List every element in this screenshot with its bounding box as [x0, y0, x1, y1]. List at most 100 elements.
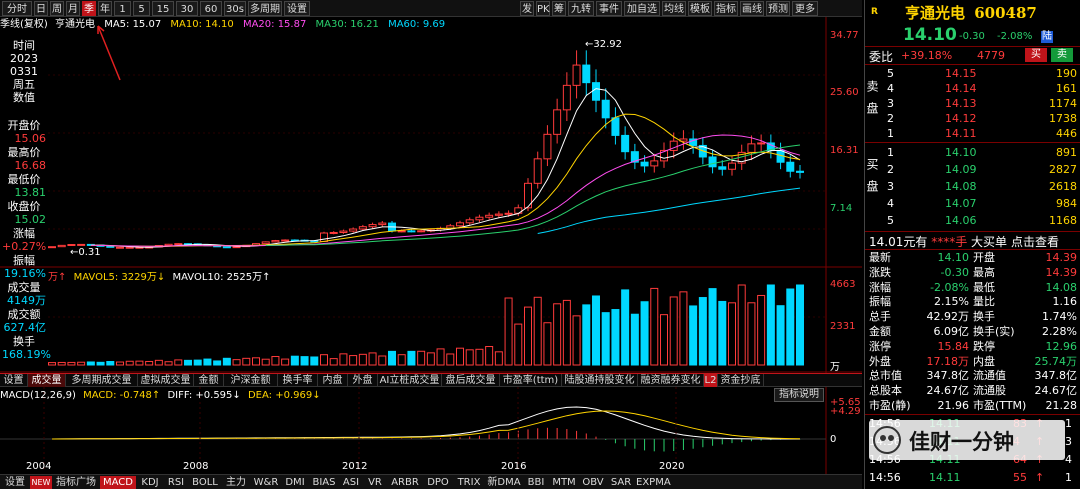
indicator-tab[interactable]: DMI [282, 476, 308, 489]
volume-tab[interactable]: 多周期成交量 [66, 374, 138, 387]
volume-tab[interactable]: 沪深金额 [224, 374, 278, 387]
period-tab[interactable]: 多周期 [248, 1, 282, 16]
volume-tab[interactable]: 外盘 [348, 374, 378, 387]
order-book-row[interactable]: 1 14.11 446 [865, 126, 1080, 141]
indicator-tab[interactable]: EXPMA [636, 476, 671, 489]
period-tab[interactable]: 设置 [284, 1, 310, 16]
indicator-tab[interactable]: NEW [30, 476, 52, 489]
volume-tab[interactable]: 成交量 [28, 374, 66, 387]
volume-tab[interactable]: L2 [704, 374, 718, 387]
toolbar-button[interactable]: 指标 [714, 1, 738, 16]
stat-key: 量比 [973, 295, 995, 309]
toolbar-button[interactable]: 画线 [740, 1, 764, 16]
toolbar-button[interactable]: 九转 [568, 1, 594, 16]
volume-bar [368, 352, 377, 366]
period-tab[interactable]: 分时 [2, 1, 32, 16]
volume-tab[interactable]: AI立桩成交量 [378, 374, 442, 387]
period-tab[interactable]: 1分 [114, 1, 131, 30]
volume-tab[interactable]: 虚拟成交量 [138, 374, 194, 387]
indicator-tab[interactable]: MACD [100, 476, 136, 489]
sell-button[interactable]: 卖 [1051, 48, 1073, 62]
toolbar-button[interactable]: 筹 [552, 1, 566, 16]
order-book-row[interactable]: 5 14.06 1168 [865, 213, 1080, 228]
order-book-row[interactable]: 1 14.10 891 [865, 145, 1080, 160]
close-value: 15.02 [14, 213, 47, 226]
toolbar-button[interactable]: 发 [520, 1, 534, 16]
indicator-tab[interactable]: RSI [164, 476, 188, 489]
period-tab[interactable]: 60分 [200, 1, 222, 30]
volume-tab[interactable]: 盘后成交量 [442, 374, 500, 387]
indicator-tab[interactable]: BBI [524, 476, 548, 489]
toolbar-button[interactable]: 加自选 [624, 1, 660, 16]
indicator-tab[interactable]: OBV [580, 476, 606, 489]
indicator-tab[interactable]: 设置 [2, 476, 28, 489]
order-book-row[interactable]: 4 14.14 161 [865, 81, 1080, 96]
level-volume: 1168 [1049, 214, 1077, 227]
indicator-tab[interactable]: VR [364, 476, 386, 489]
big-order-link[interactable]: 点击查看 [1011, 233, 1059, 250]
level-volume: 1174 [1049, 97, 1077, 110]
indicator-tab[interactable]: ASI [340, 476, 362, 489]
volume-tab[interactable]: 金额 [194, 374, 224, 387]
indicator-tab[interactable]: 主力 [222, 476, 250, 489]
volume-tab[interactable]: 陆股通持股变化 [562, 374, 638, 387]
toolbar-button[interactable]: 事件 [596, 1, 622, 16]
indicator-tab[interactable]: KDJ [138, 476, 162, 489]
indicator-tab[interactable]: W&R [252, 476, 280, 489]
candle-body [232, 246, 241, 249]
period-tab[interactable]: 月 [66, 1, 80, 16]
stat-value: 25.74万 [1034, 354, 1078, 368]
indicator-tab[interactable]: DPO [424, 476, 452, 489]
period-tab[interactable]: 季 [82, 1, 96, 16]
indicator-tab[interactable]: MTM [550, 476, 578, 489]
period-tab[interactable]: 周 [50, 1, 64, 16]
volume-tab[interactable]: 融资融券变化 [638, 374, 704, 387]
indicator-tab[interactable]: 新DMA [486, 476, 522, 489]
buy-button[interactable]: 买 [1025, 48, 1047, 62]
toolbar-button[interactable]: 均线 [662, 1, 686, 16]
level-volume: 2827 [1049, 163, 1077, 176]
toolbar-button[interactable]: 更多 [792, 1, 818, 16]
indicator-tab[interactable]: BOLL [190, 476, 220, 489]
kline-type-label[interactable]: 季线(复权) [0, 19, 48, 30]
indicator-help-button[interactable]: 指标说明 [774, 388, 824, 402]
volume-bar [193, 359, 202, 366]
volume-bar [524, 306, 532, 366]
order-book-row[interactable]: 4 14.07 984 [865, 196, 1080, 211]
volume-tab[interactable]: 市盈率(ttm) [500, 374, 562, 387]
volume-bar [106, 360, 115, 366]
price-axis-4: 7.14 [830, 203, 853, 214]
candle-body [562, 84, 571, 111]
indicator-tab[interactable]: BIAS [310, 476, 338, 489]
kline-chart[interactable] [0, 17, 862, 489]
r-badge: R [871, 7, 878, 17]
period-tab[interactable]: 30s [224, 1, 246, 16]
macd-legend: MACD(12,26,9) MACD: -0.748↑ DIFF: +0.595… [0, 390, 321, 401]
toolbar-button[interactable]: 模板 [688, 1, 712, 16]
toolbar-button[interactable]: 预测 [766, 1, 790, 16]
period-tab[interactable]: 30分 [176, 1, 198, 30]
volume-tab[interactable]: 设置 [0, 374, 28, 387]
toolbar-button[interactable]: PK [536, 1, 550, 16]
volume-tab[interactable]: 换手率 [278, 374, 318, 387]
order-book-row[interactable]: 3 14.08 2618 [865, 179, 1080, 194]
period-tab[interactable]: 年 [98, 1, 112, 16]
period-tab[interactable]: 15分 [152, 1, 174, 30]
ma10-value: MA10: 14.10 [170, 19, 234, 30]
order-book-row[interactable]: 3 14.13 1174 [865, 96, 1080, 111]
indicator-tab[interactable]: SAR [608, 476, 634, 489]
indicator-tab[interactable]: ARBR [388, 476, 422, 489]
period-tab[interactable]: 日 [34, 1, 48, 16]
order-book-row[interactable]: 2 14.09 2827 [865, 162, 1080, 177]
period-tab[interactable]: 5分 [133, 1, 150, 30]
order-book-row[interactable]: 2 14.12 1738 [865, 111, 1080, 126]
stat-value: 1.74% [1042, 310, 1077, 324]
indicator-tab[interactable]: 指标广场 [54, 476, 98, 489]
volume-tab[interactable]: 资金抄底 [718, 374, 764, 387]
order-book-row[interactable]: 5 14.15 190 [865, 66, 1080, 81]
vol-value: 4149万 [7, 294, 46, 307]
open-label: 开盘价 [7, 119, 41, 132]
stat-row: 市盈(静) 21.96 市盈(TTM) 21.28 [865, 398, 1080, 413]
volume-tab[interactable]: 内盘 [318, 374, 348, 387]
indicator-tab[interactable]: TRIX [454, 476, 484, 489]
